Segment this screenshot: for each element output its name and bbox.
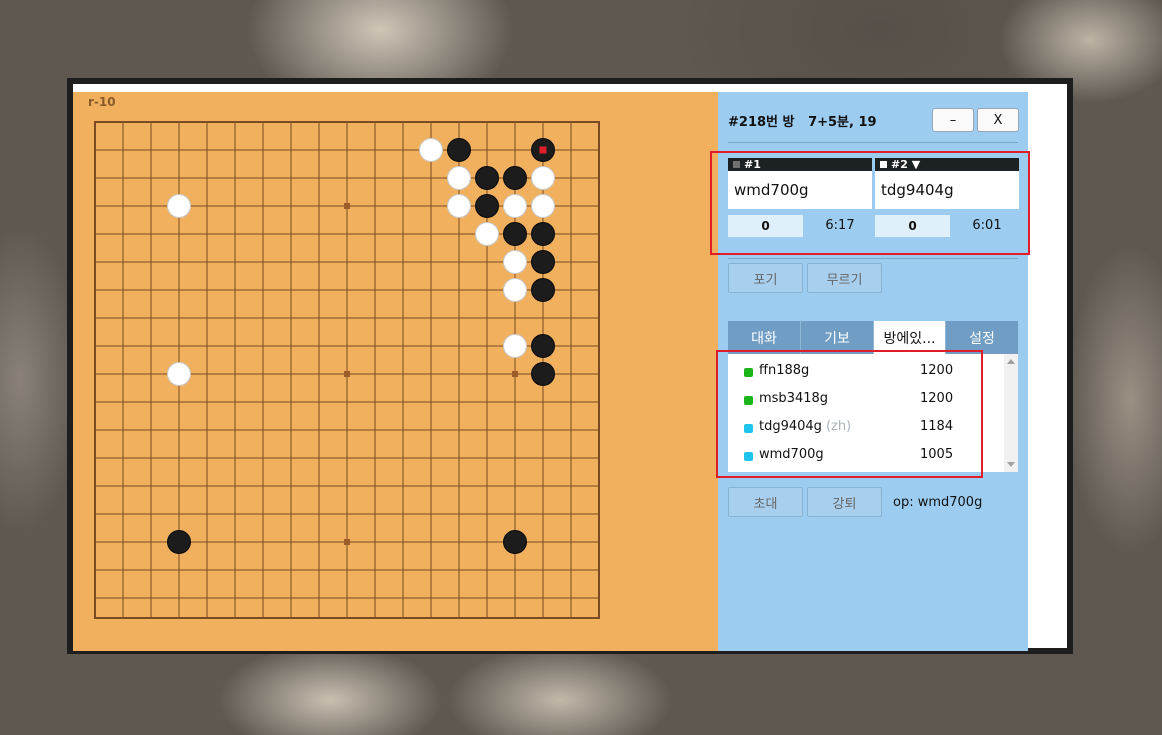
players-highlight	[710, 151, 1030, 255]
black-stone	[503, 530, 527, 554]
invite-button[interactable]: 초대	[728, 487, 803, 517]
board-area: r-10	[73, 92, 718, 651]
close-button[interactable]: X	[977, 108, 1019, 132]
room-settings: 7+5분, 19	[808, 115, 877, 130]
star-point	[344, 539, 350, 545]
white-stone	[503, 334, 527, 358]
white-stone	[167, 194, 191, 218]
black-stone	[447, 138, 471, 162]
white-stone	[531, 166, 555, 190]
scroll-up-icon[interactable]	[1007, 359, 1015, 364]
go-board[interactable]	[73, 92, 718, 651]
white-stone	[475, 222, 499, 246]
black-stone	[475, 194, 499, 218]
resign-button[interactable]: 포기	[728, 263, 803, 293]
minimize-button[interactable]: –	[932, 108, 974, 132]
user-list-highlight	[716, 350, 983, 478]
white-stone	[447, 194, 471, 218]
star-point	[344, 203, 350, 209]
black-stone	[531, 250, 555, 274]
room-title: #218번 방 7+5분, 19	[728, 111, 877, 130]
white-stone	[447, 166, 471, 190]
room-operator: op: wmd700g	[893, 495, 983, 510]
header-divider	[728, 142, 1018, 143]
black-stone	[531, 362, 555, 386]
players-divider	[728, 258, 1018, 259]
user-list-scrollbar[interactable]	[1004, 354, 1018, 472]
scroll-down-icon[interactable]	[1007, 462, 1015, 467]
white-stone	[531, 194, 555, 218]
black-stone	[531, 278, 555, 302]
black-stone	[167, 530, 191, 554]
white-stone	[167, 362, 191, 386]
undo-button[interactable]: 무르기	[807, 263, 882, 293]
kick-button[interactable]: 강퇴	[807, 487, 882, 517]
white-stone	[503, 194, 527, 218]
star-point	[344, 371, 350, 377]
last-move-marker	[539, 146, 547, 154]
black-stone	[503, 166, 527, 190]
black-stone	[531, 334, 555, 358]
room-number: #218번 방	[728, 115, 795, 130]
black-stone	[531, 222, 555, 246]
star-point	[512, 371, 518, 377]
black-stone	[475, 166, 499, 190]
white-stone	[503, 278, 527, 302]
white-stone	[419, 138, 443, 162]
game-room-window: r-10 #218번 방 7+5분, 19 – X #1 wmd700g 0 6…	[67, 78, 1073, 654]
white-stone	[503, 250, 527, 274]
black-stone	[503, 222, 527, 246]
